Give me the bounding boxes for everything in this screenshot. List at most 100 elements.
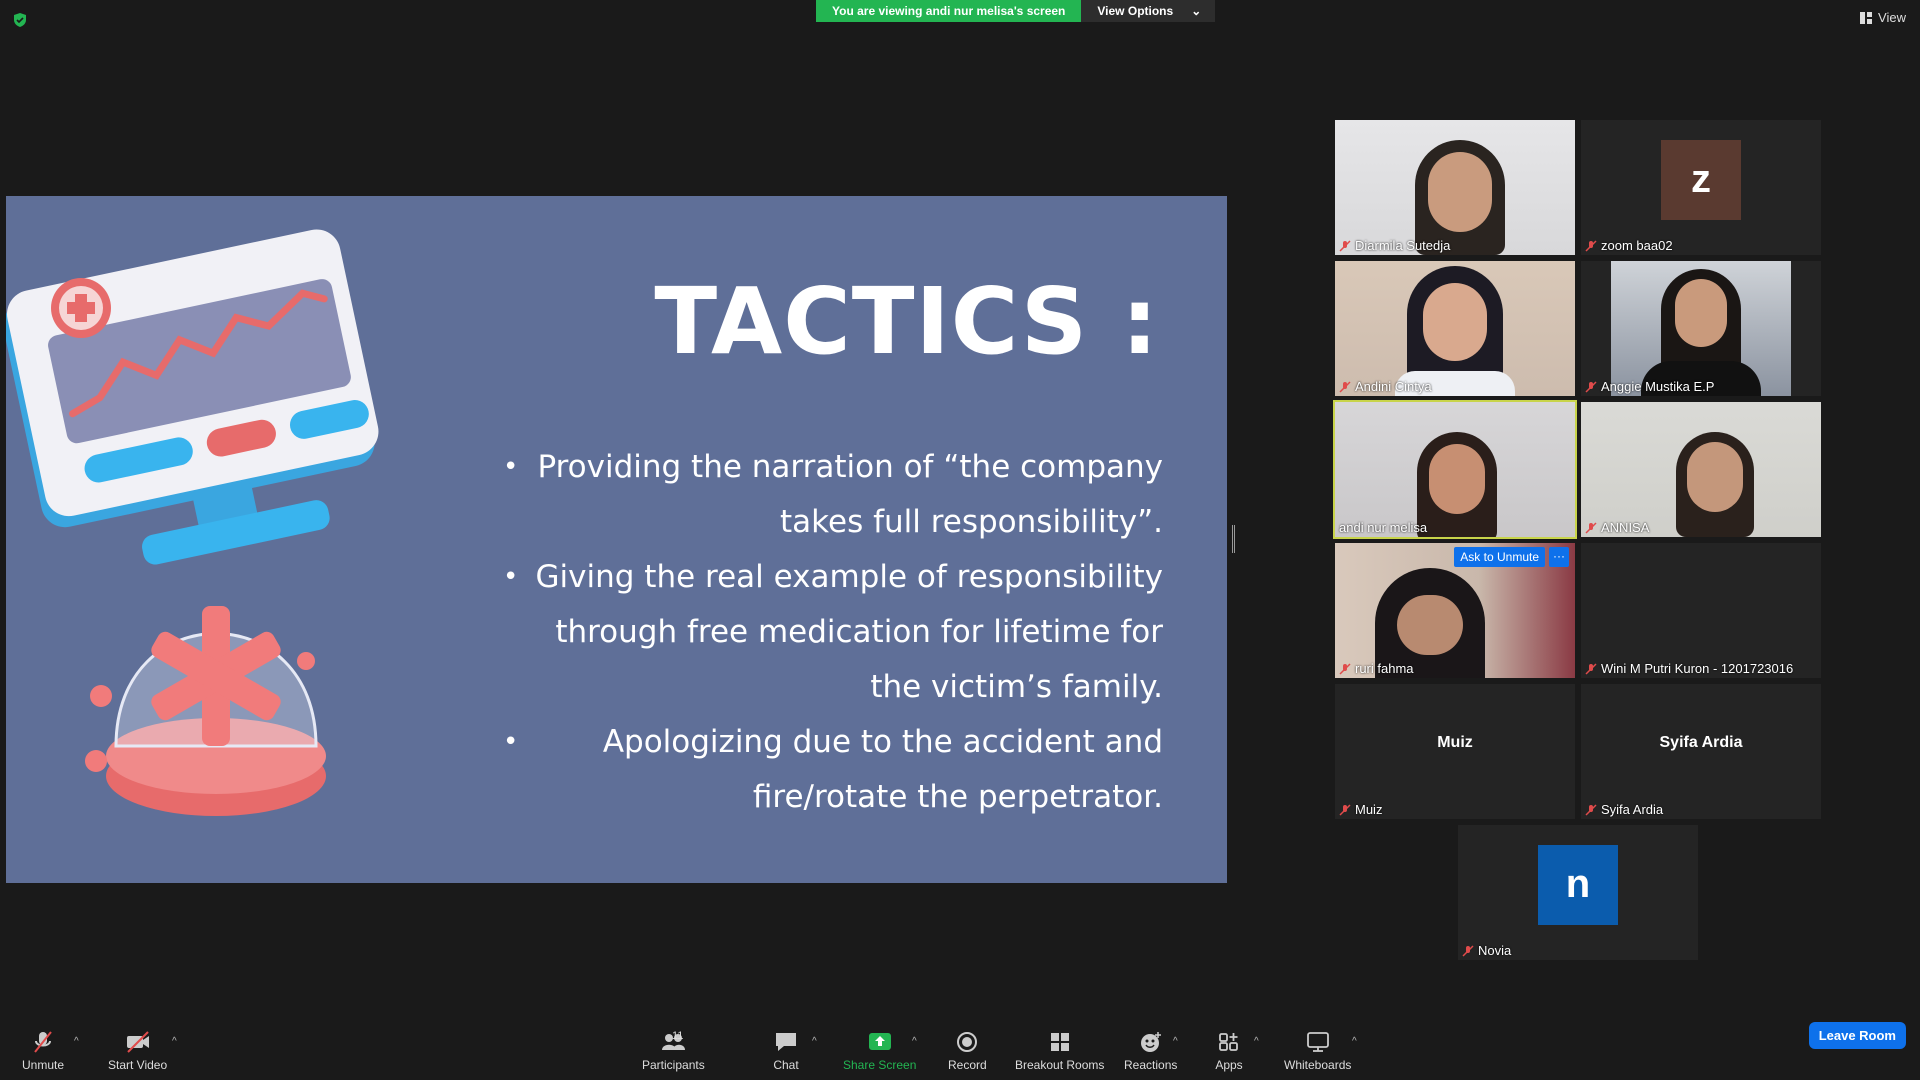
participant-name: andi nur melisa — [1339, 520, 1428, 535]
whiteboards-options-caret[interactable]: ^ — [1352, 1036, 1357, 1047]
participant-name: zoom baa02 — [1601, 238, 1673, 253]
participant-name-label: Diarmila Sutedja — [1339, 238, 1450, 253]
whiteboards-label: Whiteboards — [1284, 1058, 1352, 1072]
apps-icon — [1219, 1033, 1238, 1051]
participant-tile[interactable]: ANNISA — [1581, 402, 1821, 537]
leave-room-button[interactable]: Leave Room — [1808, 1022, 1906, 1049]
participant-tile[interactable]: Diarmila Sutedja — [1335, 120, 1575, 255]
participant-name: Wini M Putri Kuron - 1201723016 — [1601, 661, 1794, 676]
view-layout-button[interactable]: View — [1860, 10, 1906, 25]
participant-name-label: andi nur melisa — [1339, 520, 1427, 535]
video-off-icon — [126, 1031, 149, 1053]
apps-options-caret[interactable]: ^ — [1254, 1036, 1259, 1047]
participant-tile[interactable]: Wini M Putri Kuron - 1201723016 — [1581, 543, 1821, 678]
chat-options-caret[interactable]: ^ — [812, 1036, 817, 1047]
more-options-button[interactable]: ··· — [1549, 547, 1569, 567]
participant-name: Novia — [1478, 943, 1512, 958]
start-video-label: Start Video — [108, 1058, 168, 1072]
record-button[interactable]: Record — [948, 1030, 987, 1072]
chat-label: Chat — [773, 1058, 799, 1072]
audio-options-caret[interactable]: ^ — [74, 1036, 79, 1047]
participant-video — [1335, 261, 1575, 396]
ask-to-unmute-button[interactable]: Ask to Unmute — [1454, 547, 1545, 567]
participant-tile[interactable]: Ask to Unmute ··· ruri fahma — [1335, 543, 1575, 678]
participant-name: ruri fahma — [1355, 661, 1414, 676]
view-options-button[interactable]: View Options ⌄ — [1081, 0, 1216, 22]
muted-mic-icon — [1339, 662, 1351, 675]
reactions-button[interactable]: Reactions — [1124, 1030, 1177, 1072]
participant-name: Anggie Mustika E.P — [1601, 379, 1715, 394]
participant-tile[interactable]: z zoom baa02 — [1581, 120, 1821, 255]
participant-tile[interactable]: Andini Cintya — [1335, 261, 1575, 396]
reactions-label: Reactions — [1124, 1058, 1178, 1072]
breakout-rooms-icon — [1050, 1033, 1069, 1051]
reactions-options-caret[interactable]: ^ — [1173, 1036, 1178, 1047]
unmute-button[interactable]: Unmute — [22, 1030, 64, 1072]
grid-layout-icon — [1860, 11, 1873, 24]
muted-mic-icon — [1339, 380, 1351, 393]
participant-video — [1335, 120, 1575, 255]
participants-button[interactable]: 11 Participants — [642, 1030, 705, 1072]
muted-mic-icon — [1585, 380, 1597, 393]
participant-name-label: zoom baa02 — [1585, 238, 1673, 253]
unmute-label: Unmute — [22, 1058, 65, 1072]
slide-bullet: Giving the real example of responsibilit… — [503, 550, 1163, 715]
viewing-screen-label: You are viewing andi nur melisa's screen — [816, 0, 1082, 22]
participant-video — [1611, 261, 1791, 396]
participant-avatar: n — [1538, 844, 1618, 925]
view-label: View — [1878, 10, 1906, 25]
participant-name: Muiz — [1355, 802, 1383, 817]
participant-name-label: Syifa Ardia — [1585, 802, 1663, 817]
participant-tile-active-speaker[interactable]: andi nur melisa — [1333, 400, 1577, 539]
security-shield-icon[interactable] — [12, 12, 28, 28]
participant-tile[interactable]: Muiz Muiz — [1335, 684, 1575, 819]
video-options-caret[interactable]: ^ — [172, 1036, 177, 1047]
participants-label: Participants — [642, 1058, 705, 1072]
slide-bullet: Providing the narration of “the company … — [503, 440, 1163, 550]
muted-mic-icon — [1339, 239, 1351, 252]
reactions-icon — [1140, 1032, 1161, 1052]
participant-display-name: Syifa Ardia — [1659, 734, 1743, 751]
participant-name-label: Novia — [1462, 943, 1511, 958]
participant-tile[interactable]: n Novia — [1458, 825, 1698, 960]
medical-monitor-illustration — [6, 229, 379, 816]
participant-video — [1335, 402, 1575, 537]
muted-mic-icon — [1585, 239, 1597, 252]
participant-name-label: ANNISA — [1585, 520, 1649, 535]
viewing-banner: You are viewing andi nur melisa's screen… — [816, 0, 1216, 22]
participant-display-name: Muiz — [1437, 734, 1473, 751]
participant-video — [1581, 402, 1821, 537]
participant-tile[interactable]: Anggie Mustika E.P — [1581, 261, 1821, 396]
whiteboards-button[interactable]: Whiteboards — [1284, 1030, 1351, 1072]
muted-mic-icon — [1339, 803, 1351, 816]
participant-name-label: ruri fahma — [1339, 661, 1414, 676]
chevron-down-icon: ⌄ — [1191, 4, 1202, 18]
shared-screen-slide: TACTICS : Providing the narration of “th… — [6, 196, 1227, 883]
share-screen-icon — [868, 1033, 891, 1050]
meeting-toolbar: Unmute ^ Start Video ^ 11 Participants C… — [0, 1018, 1920, 1080]
muted-mic-icon — [1585, 521, 1597, 534]
chat-icon — [776, 1033, 796, 1051]
participant-name-label: Anggie Mustika E.P — [1585, 379, 1714, 394]
participant-name: ANNISA — [1601, 520, 1650, 535]
share-screen-button[interactable]: Share Screen — [843, 1030, 916, 1072]
view-options-label: View Options — [1097, 4, 1174, 18]
participant-tile[interactable]: Syifa Ardia Syifa Ardia — [1581, 684, 1821, 819]
share-options-caret[interactable]: ^ — [912, 1036, 917, 1047]
participant-name-label: Wini M Putri Kuron - 1201723016 — [1585, 661, 1793, 676]
breakout-rooms-button[interactable]: Breakout Rooms — [1015, 1030, 1104, 1072]
participants-count: 11 — [672, 1030, 684, 1042]
muted-mic-icon — [1585, 662, 1597, 675]
participant-name-label: Muiz — [1339, 802, 1382, 817]
muted-mic-icon — [1462, 944, 1474, 957]
panel-resize-handle[interactable] — [1232, 525, 1235, 553]
apps-button[interactable]: Apps — [1215, 1030, 1243, 1072]
slide-title: TACTICS : — [654, 268, 1159, 375]
start-video-button[interactable]: Start Video — [108, 1030, 167, 1072]
participant-name: Andini Cintya — [1355, 379, 1432, 394]
participant-name: Syifa Ardia — [1601, 802, 1664, 817]
participant-name: Diarmila Sutedja — [1355, 238, 1451, 253]
apps-label: Apps — [1215, 1058, 1243, 1072]
muted-mic-icon — [34, 1031, 52, 1053]
chat-button[interactable]: Chat — [772, 1030, 800, 1072]
